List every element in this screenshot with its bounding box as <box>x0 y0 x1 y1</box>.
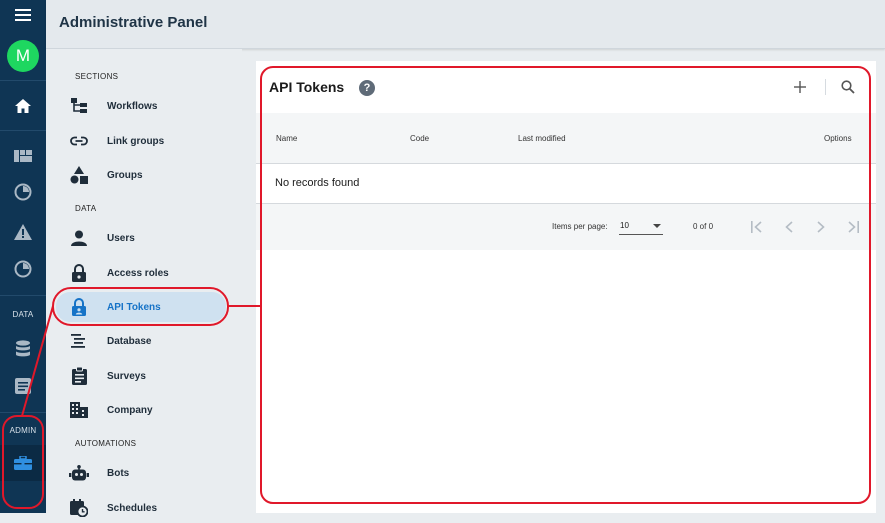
page-title: Administrative Panel <box>59 14 208 31</box>
bot-icon <box>68 462 90 484</box>
admin-toolbox-icon[interactable] <box>0 445 46 481</box>
nav-item-users[interactable]: Users <box>56 223 226 253</box>
nav-item-database[interactable]: Database <box>56 326 226 356</box>
search-icon[interactable] <box>838 77 858 97</box>
nav-item-surveys[interactable]: Surveys <box>56 361 226 391</box>
database-list-icon <box>68 330 90 352</box>
column-header-name[interactable]: Name <box>276 134 297 143</box>
nav-item-label: Surveys <box>107 370 146 382</box>
chevron-down-icon <box>653 224 661 228</box>
calendar-clock-icon <box>68 497 90 519</box>
document-icon[interactable] <box>0 375 46 397</box>
table-header: Name Code Last modified Options <box>256 113 876 164</box>
nav-item-api-tokens[interactable]: API Tokens <box>56 292 226 322</box>
nav-item-access-roles[interactable]: Access roles <box>56 258 226 288</box>
nav-section-data: DATA <box>75 204 97 213</box>
api-tokens-card: API Tokens ? Name Code Last modified Opt… <box>256 61 876 513</box>
nav-item-label: Workflows <box>107 100 158 112</box>
nav-item-groups[interactable]: Groups <box>56 160 226 190</box>
analytics-icon[interactable] <box>0 181 46 203</box>
toolbar-divider <box>825 79 826 95</box>
empty-state-message: No records found <box>275 177 360 189</box>
help-icon[interactable]: ? <box>359 80 375 96</box>
user-avatar[interactable]: M <box>0 40 46 72</box>
pagination-range: 0 of 0 <box>693 222 714 231</box>
app-rail: M DATA ADMIN <box>0 0 46 513</box>
items-per-page-select[interactable]: 10 <box>619 217 663 235</box>
shapes-icon <box>68 164 90 186</box>
nav-item-bots[interactable]: Bots <box>56 458 226 488</box>
top-header: Administrative Panel <box>46 0 885 49</box>
rail-data-label: DATA <box>12 310 34 319</box>
column-header-options: Options <box>824 134 852 143</box>
nav-item-label: Schedules <box>107 502 158 514</box>
items-per-page-label: Items per page: <box>552 222 608 231</box>
rail-admin-label: ADMIN <box>9 426 37 435</box>
nav-item-label: Access roles <box>107 267 169 279</box>
table-pagination: Items per page: 10 0 of 0 <box>256 203 876 250</box>
lock-badge-icon <box>68 296 90 318</box>
nav-item-schedules[interactable]: Schedules <box>56 493 226 523</box>
home-icon[interactable] <box>0 91 46 121</box>
link-icon <box>68 130 90 152</box>
column-header-last-modified[interactable]: Last modified <box>518 134 566 143</box>
nav-item-workflows[interactable]: Workflows <box>56 91 226 121</box>
nav-item-label: Users <box>107 232 135 244</box>
nav-item-company[interactable]: Company <box>56 395 226 425</box>
nav-item-label: API Tokens <box>107 301 161 313</box>
nav-item-label: Bots <box>107 467 130 479</box>
nav-section-sections: SECTIONS <box>75 72 119 81</box>
nav-item-label: Database <box>107 335 152 347</box>
last-page-icon[interactable] <box>842 216 864 238</box>
card-title: API Tokens <box>269 79 345 95</box>
workflow-icon <box>68 95 90 117</box>
avatar[interactable]: M <box>7 40 39 72</box>
user-icon <box>68 227 90 249</box>
dashboard-icon[interactable] <box>0 145 46 167</box>
admin-nav: SECTIONS Workflows Link groups Groups DA… <box>46 49 242 517</box>
nav-item-label: Link groups <box>107 135 165 147</box>
column-header-code[interactable]: Code <box>410 134 429 143</box>
database-icon[interactable] <box>0 338 46 360</box>
previous-page-icon[interactable] <box>778 216 800 238</box>
clipboard-icon <box>68 365 90 387</box>
building-icon <box>68 399 90 421</box>
nav-section-automations: AUTOMATIONS <box>75 439 137 448</box>
items-per-page-value: 10 <box>620 221 629 230</box>
nav-item-label: Groups <box>107 169 143 181</box>
menu-icon[interactable] <box>0 4 46 26</box>
warning-icon[interactable] <box>0 221 46 243</box>
lock-icon <box>68 262 90 284</box>
nav-item-link-groups[interactable]: Link groups <box>56 126 226 156</box>
nav-item-label: Company <box>107 404 153 416</box>
add-icon[interactable] <box>790 77 810 97</box>
reports-icon[interactable] <box>0 258 46 280</box>
next-page-icon[interactable] <box>810 216 832 238</box>
first-page-icon[interactable] <box>746 216 768 238</box>
